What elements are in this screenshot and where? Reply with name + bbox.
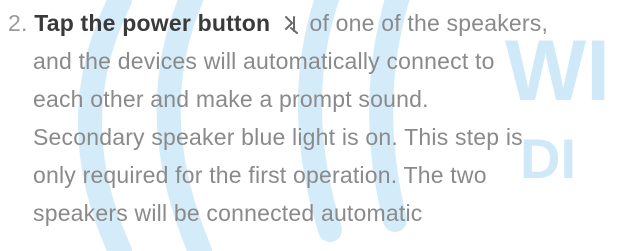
step-line-5: only required for the first operation. T… — [33, 162, 487, 188]
step-line-6: speakers will be connected automatic — [33, 200, 423, 226]
step-instruction-bold: Tap the power button — [34, 10, 271, 36]
instruction-step: 2. Tap the power button of one of the sp… — [0, 0, 635, 251]
step-line-4: Secondary speaker blue light is on. This… — [33, 124, 523, 150]
step-number: 2. — [8, 10, 28, 36]
step-line-1-rest: of one of the speakers, — [309, 10, 549, 36]
power-pairing-icon — [281, 11, 299, 41]
step-line-1: 2. Tap the power button of one of the sp… — [8, 8, 548, 41]
step-line-2: and the devices will automatically conne… — [33, 48, 495, 74]
step-line-3: each other and make a prompt sound. — [33, 86, 429, 112]
